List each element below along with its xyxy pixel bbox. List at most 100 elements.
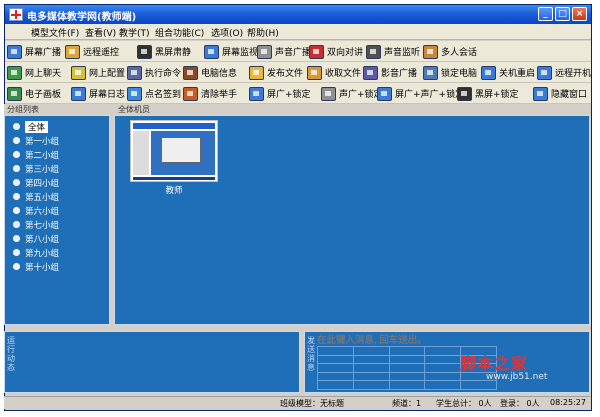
hide-window-button[interactable]: 隐藏窗口 [533,85,587,102]
window-title: 电多媒体教学网(教师端) [27,12,137,23]
toolbar-row-1: 屏幕广播 远程遥控 黑屏肃静 屏幕监视 声音广播 双向对讲 声音监听 多人会话 [5,41,591,62]
group-label: 第五小组 [25,192,60,203]
online-config-label: 网上配置 [89,69,126,79]
group-item[interactable]: 第三小组 [13,162,59,175]
execute-command-button[interactable]: 执行命令 [127,64,181,81]
group-item[interactable]: 第一小组 [13,134,59,147]
video-broadcast-button[interactable]: 影音广播 [363,64,417,81]
group-item[interactable]: 第五小组 [13,190,59,203]
maximize-button[interactable]: □ [555,7,570,21]
message-input[interactable] [317,334,477,346]
group-item[interactable]: 全体 [13,120,49,133]
screen-log-button[interactable]: 屏幕日志 [71,85,125,102]
roll-call-button[interactable]: 点名签到 [127,85,181,102]
group-item[interactable]: 第四小组 [13,176,59,189]
screen-monitor-button[interactable]: 屏幕监视 [204,43,258,60]
voice-lock-label: 声广+锁定 [339,90,383,100]
group-label: 第九小组 [25,248,60,259]
activity-log-label: 运行动态 [7,336,15,372]
group-bullet-icon [13,221,20,228]
group-label: 第七小组 [25,220,60,231]
voice-lock-button[interactable]: 声广+锁定 [321,85,383,102]
video-icon [363,65,378,80]
menu-options[interactable]: 选项(O) [211,26,243,39]
screen-monitor-label: 屏幕监视 [222,48,259,58]
monitor-icon [7,44,22,59]
teacher-screen-thumbnail[interactable] [130,120,218,182]
black-screen-button[interactable]: 黑屏肃静 [137,43,191,60]
intercom-icon [309,44,324,59]
app-icon [9,8,23,21]
two-way-talk-button[interactable]: 双向对讲 [309,43,363,60]
computer-info-label: 电脑信息 [201,69,238,79]
group-list-header: 分组列表 [4,104,110,115]
menu-view[interactable]: 查看(V) [85,26,116,39]
voice-monitor-label: 声音监听 [384,48,421,58]
remote-control-button[interactable]: 远程遥控 [65,43,119,60]
menu-combo-functions[interactable]: 组合功能(C) [155,26,204,39]
group-item[interactable]: 第九小组 [13,246,59,259]
publish-file-icon [249,65,264,80]
people-icon [423,44,438,59]
message-log-header [352,346,390,356]
screen-broadcast-button[interactable]: 屏幕广播 [7,43,61,60]
group-bullet-icon [13,151,20,158]
broadcast-lock-icon [249,86,264,101]
remote-boot-button[interactable]: 远程开机 [537,64,591,81]
clear-hands-button[interactable]: 清除举手 [183,85,237,102]
online-chat-button[interactable]: 网上聊天 [7,64,61,81]
whiteboard-button[interactable]: 电子画板 [7,85,61,102]
close-button[interactable]: × [572,7,587,21]
chat-icon [7,65,22,80]
remote-icon [65,44,80,59]
video-broadcast-label: 影音广播 [381,69,418,79]
black-screen-label: 黑屏肃静 [155,48,192,58]
menu-help[interactable]: 帮助(H) [247,26,279,39]
group-label: 第四小组 [25,178,60,189]
whiteboard-icon [7,86,22,101]
collect-file-icon [307,65,322,80]
broadcast-lock-button[interactable]: 屏广+锁定 [249,85,311,102]
power-icon [481,65,496,80]
voice-broadcast-button[interactable]: 声音广播 [257,43,311,60]
online-config-button[interactable]: 网上配置 [71,64,125,81]
menu-model-file[interactable]: 模型文件(F) [31,26,79,39]
broadcast-lock-label: 屏广+锁定 [267,90,311,100]
black-lock-icon [457,86,472,101]
group-item[interactable]: 第八小组 [13,232,59,245]
group-item[interactable]: 第二小组 [13,148,59,161]
voice-monitor-button[interactable]: 声音监听 [366,43,420,60]
microphone-icon [257,44,272,59]
collect-file-button[interactable]: 收取文件 [307,64,361,81]
watermark-url: www.jb51.net [486,372,548,382]
voice-broadcast-label: 声音广播 [275,48,312,58]
minimize-button[interactable]: _ [538,7,553,21]
group-bullet-icon [13,179,20,186]
publish-file-button[interactable]: 发布文件 [249,64,303,81]
group-label: 第八小组 [25,234,60,245]
remote-boot-label: 远程开机 [555,69,592,79]
lock-computer-button[interactable]: 锁定电脑 [423,64,477,81]
group-chat-label: 多人会话 [441,48,478,58]
menu-teaching[interactable]: 教学(T) [119,26,150,39]
shutdown-restart-label: 关机重启 [499,69,536,79]
screen-voice-lock-button[interactable]: 屏广+声广+锁定 [377,85,464,102]
group-item[interactable]: 第十小组 [13,260,59,273]
group-chat-button[interactable]: 多人会话 [423,43,477,60]
black-lock-button[interactable]: 黑屏+锁定 [457,85,519,102]
group-list-panel: 全体第一小组 第二小组 第三小组第四小组第五小组第六小组第七小组第八小组第九小组 第十… [4,115,110,325]
lock-computer-label: 锁定电脑 [441,69,478,79]
collect-file-label: 收取文件 [325,69,362,79]
group-label: 第六小组 [25,206,60,217]
screen-voice-lock-label: 屏广+声广+锁定 [395,90,465,100]
shutdown-restart-button[interactable]: 关机重启 [481,64,535,81]
info-icon [183,65,198,80]
group-item[interactable]: 第七小组 [13,218,59,231]
group-item[interactable]: 第六小组 [13,204,59,217]
computer-info-button[interactable]: 电脑信息 [183,64,237,81]
voice-lock-icon [321,86,336,101]
group-bullet-icon [13,263,20,270]
monitor-watch-icon [204,44,219,59]
title-bar[interactable]: 电多媒体教学网(教师端) _ □ × [5,5,591,24]
group-label: 第一小组 [25,136,60,147]
